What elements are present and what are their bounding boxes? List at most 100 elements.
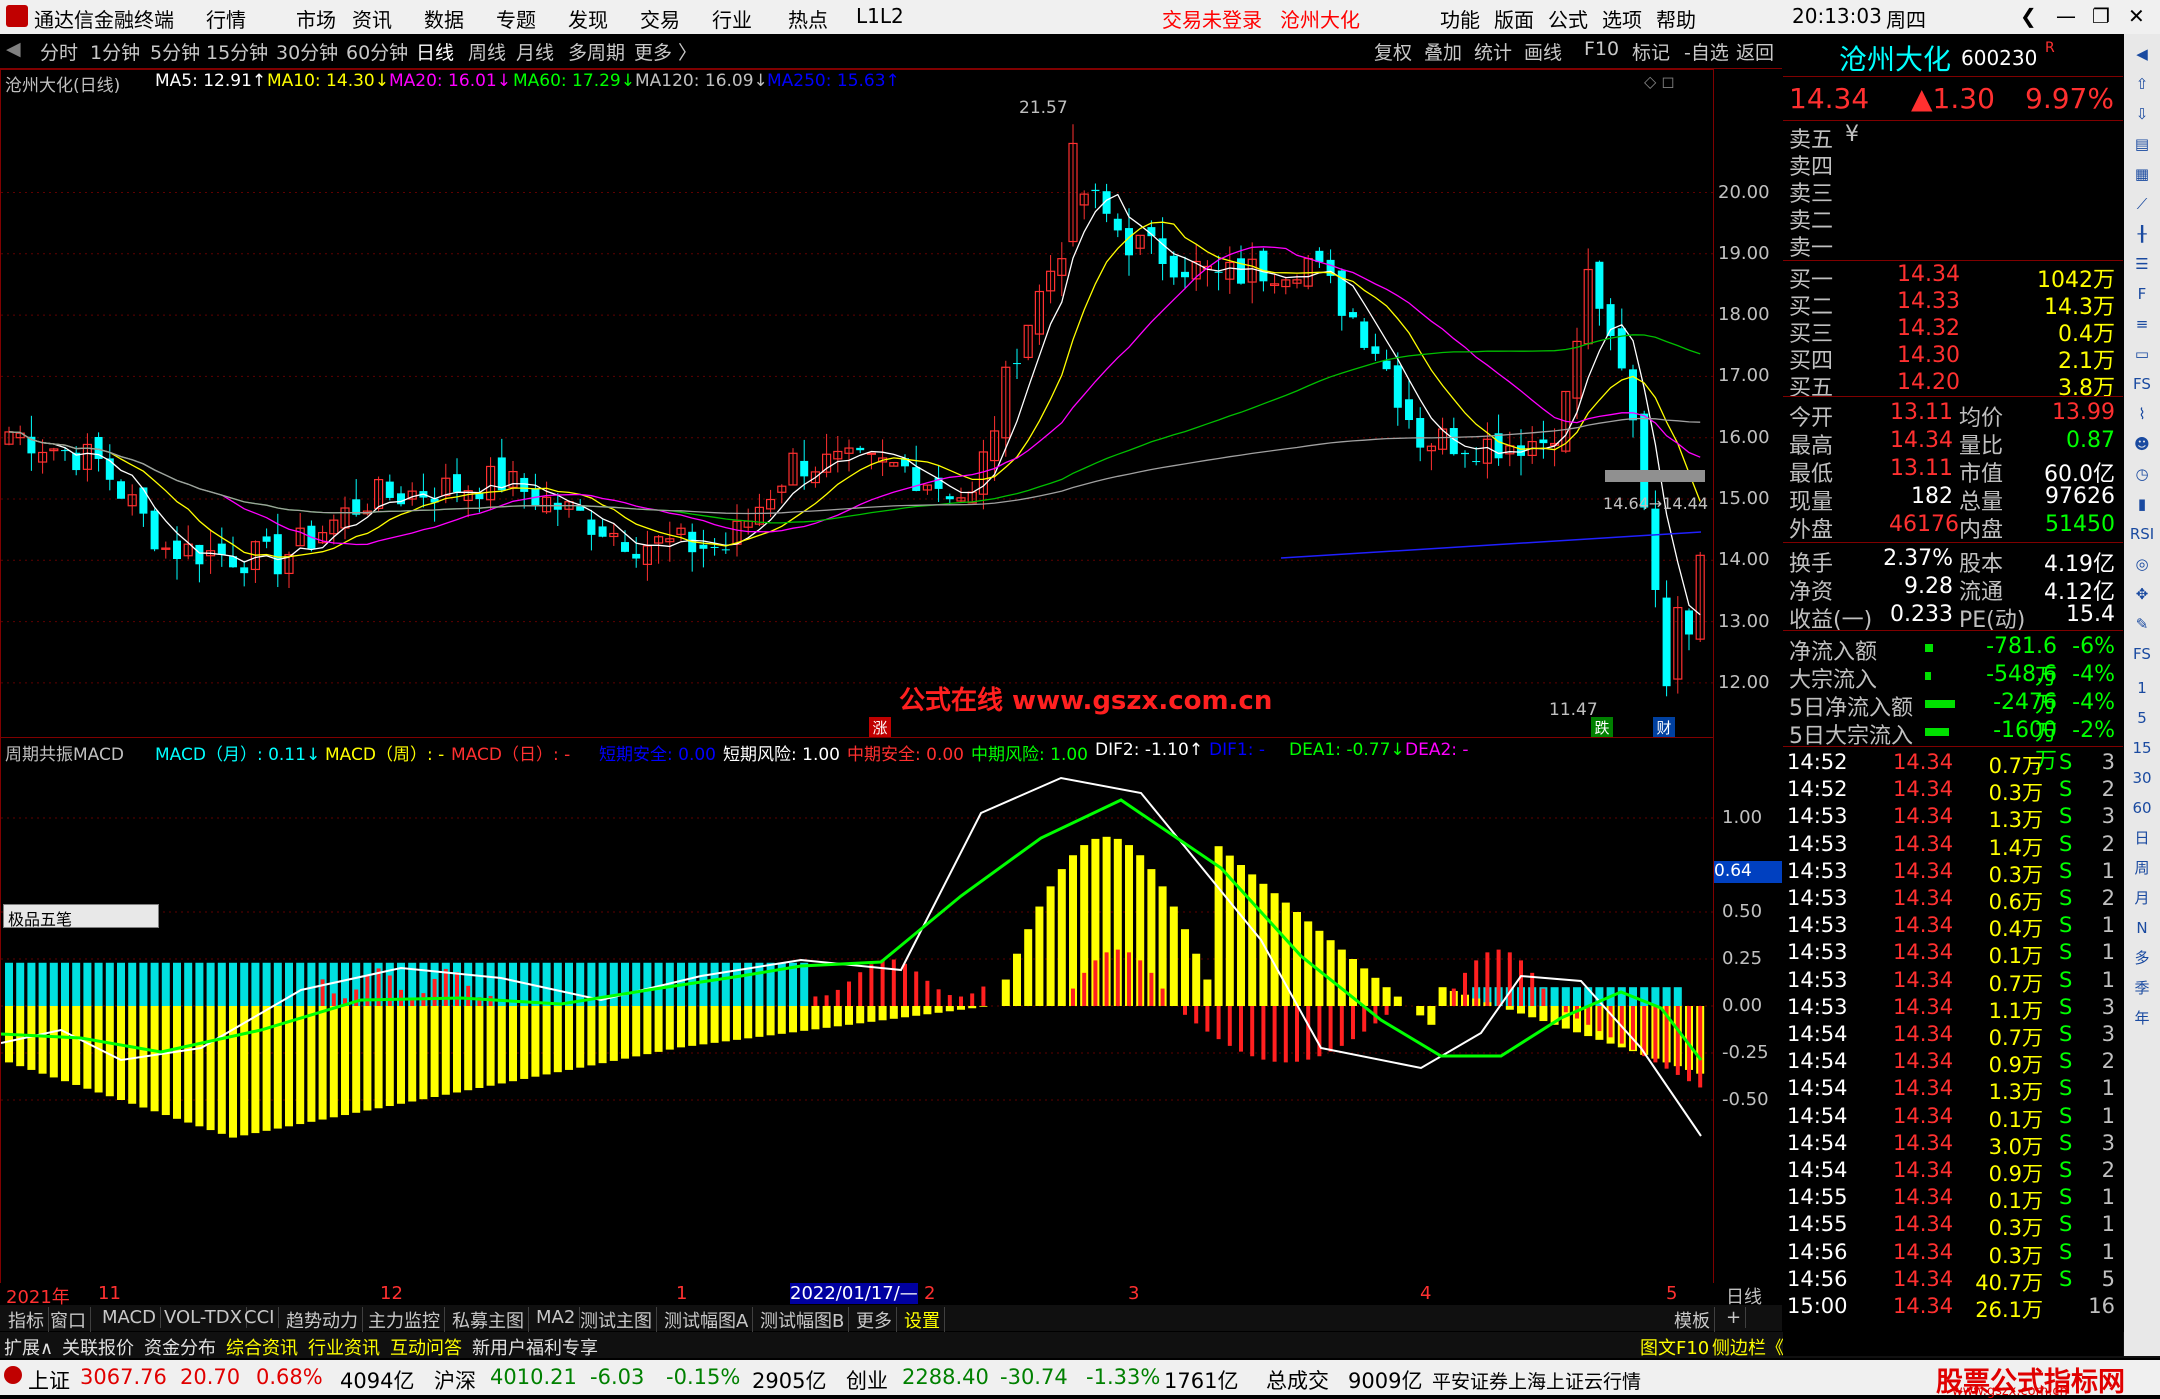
table-icon[interactable]: ☰ (2128, 250, 2156, 278)
ime-toolbar[interactable]: 极品五笔 (3, 904, 159, 929)
kline-icon[interactable]: ⌇ (2128, 400, 2156, 428)
macd-pane[interactable]: 周期共振MACD MACD（月）: 0.11↓ MACD（周）: - MACD（日）:… (0, 737, 1714, 1284)
menu-4[interactable]: 专题 (496, 4, 536, 33)
collapse-icon[interactable]: ◀ (2128, 40, 2156, 68)
period-6[interactable]: 日线 (416, 38, 454, 65)
chart-icon[interactable]: ⟋ (2128, 190, 2156, 218)
restore-icon[interactable]: ❐ (2092, 4, 2110, 28)
menu-6[interactable]: 交易 (640, 4, 680, 33)
close-icon[interactable]: ✕ (2128, 4, 2145, 28)
menu-0[interactable]: 行情 (206, 4, 246, 33)
hs-label[interactable]: 沪深 (434, 1365, 476, 1395)
pane-controls[interactable]: ◇ ◻ (1644, 72, 1675, 91)
period-7[interactable]: 周线 (468, 38, 506, 65)
indicator-tab-10[interactable]: 测试幅图A (660, 1307, 754, 1333)
toolbar-right-4[interactable]: F10 (1584, 38, 1619, 60)
indicator-tab-2[interactable]: MACD (98, 1307, 161, 1328)
bottom-tab-right-0[interactable]: 图文F10 (1640, 1334, 1709, 1360)
menu-1[interactable]: 市场 (296, 4, 336, 33)
bottom-tab-right-1[interactable]: 侧边栏《 (1712, 1334, 1784, 1360)
tick-list[interactable]: 14:52 14.34 0.7万 S 3 14:52 14.34 0.3万 S 2 14:53 14.… (1783, 746, 2123, 1336)
indicator-tab-13[interactable]: 设置 (900, 1307, 945, 1333)
sidebar-period-6[interactable]: 周 (2128, 854, 2156, 882)
indicator-tab-4[interactable]: CCI (240, 1307, 280, 1328)
sidebar-period-1[interactable]: 5 (2128, 704, 2156, 732)
people-icon[interactable]: ☻ (2128, 430, 2156, 458)
right-menu-0[interactable]: 功能 (1440, 4, 1480, 33)
period-1[interactable]: 1分钟 (90, 38, 140, 65)
period-0[interactable]: 分时 (40, 38, 78, 65)
right-menu-3[interactable]: 选项 (1602, 4, 1642, 33)
toolbar-right-0[interactable]: 复权 (1374, 38, 1412, 65)
bottom-tab-0[interactable]: 扩展∧ (4, 1334, 53, 1360)
add-tab-button[interactable]: + (1722, 1307, 1747, 1328)
indicator-tab-7[interactable]: 私募主图 (448, 1307, 529, 1333)
clock-icon[interactable]: ◷ (2128, 460, 2156, 488)
cross-icon[interactable]: ✥ (2128, 580, 2156, 608)
indicator-tab-8[interactable]: MA2 (532, 1307, 581, 1328)
cy-label[interactable]: 创业 (846, 1365, 888, 1395)
rsi-icon[interactable]: RSI (2128, 520, 2156, 548)
sidebar-period-9[interactable]: 多 (2128, 944, 2156, 972)
expand-icon[interactable]: ◀ (6, 38, 21, 60)
sidebar-period-7[interactable]: 月 (2128, 884, 2156, 912)
up-arrow-icon[interactable]: ⇧ (2128, 70, 2156, 98)
bottom-tab-3[interactable]: 综合资讯 (226, 1334, 298, 1360)
news-icon[interactable]: ▤ (2128, 130, 2156, 158)
bottom-tab-5[interactable]: 互动问答 (390, 1334, 462, 1360)
broker-name[interactable]: 平安证券上海上证云行情 (1432, 1367, 1641, 1394)
right-menu-1[interactable]: 版面 (1494, 4, 1534, 33)
grid-icon[interactable]: ▦ (2128, 160, 2156, 188)
menu-7[interactable]: 行业 (712, 4, 752, 33)
period-10[interactable]: 更多 〉 (634, 38, 697, 65)
f10-icon[interactable]: F (2128, 280, 2156, 308)
period-8[interactable]: 月线 (516, 38, 554, 65)
indicator-tab-6[interactable]: 主力监控 (364, 1307, 445, 1333)
indicator-tab-1[interactable]: 窗口 (46, 1307, 91, 1333)
menu-2[interactable]: 资讯 (352, 4, 392, 33)
fs-icon[interactable]: FS (2128, 370, 2156, 398)
period-3[interactable]: 15分钟 (206, 38, 268, 65)
doc-icon[interactable]: ▭ (2128, 340, 2156, 368)
period-2[interactable]: 5分钟 (150, 38, 200, 65)
list-icon[interactable]: ≡ (2128, 310, 2156, 338)
template-button[interactable]: 模板 (1670, 1307, 1715, 1333)
kline-svg[interactable] (1, 70, 1713, 737)
toolbar-right-3[interactable]: 画线 (1524, 38, 1562, 65)
menu-5[interactable]: 发现 (568, 4, 608, 33)
bottom-tab-6[interactable]: 新用户福利专享 (472, 1334, 598, 1360)
indicator-tab-12[interactable]: 更多 (852, 1307, 897, 1333)
kline-pane[interactable]: 沧州大化(日线) MA5: 12.91↑ MA10: 14.30↓ MA20: 16.… (0, 69, 1714, 738)
fs2-icon[interactable]: FS (2128, 640, 2156, 668)
sh-label[interactable]: 上证 (28, 1365, 70, 1395)
toolbar-right-2[interactable]: 统计 (1474, 38, 1512, 65)
indicator-tab-11[interactable]: 测试幅图B (756, 1307, 850, 1333)
toolbar-right-7[interactable]: 返回 (1736, 38, 1774, 65)
candle-icon[interactable]: ╂ (2128, 220, 2156, 248)
sidebar-period-0[interactable]: 1 (2128, 674, 2156, 702)
marker-fin[interactable]: 财 (1653, 717, 1675, 737)
sidebar-period-11[interactable]: 年 (2128, 1004, 2156, 1032)
pen-icon[interactable]: ✎ (2128, 610, 2156, 638)
sidebar-period-4[interactable]: 60 (2128, 794, 2156, 822)
indicator-tab-0[interactable]: 指标 (4, 1307, 49, 1333)
indicator-tab-3[interactable]: VOL-TDX (160, 1307, 247, 1328)
right-menu-4[interactable]: 帮助 (1656, 4, 1696, 33)
sidebar-period-5[interactable]: 日 (2128, 824, 2156, 852)
back-icon[interactable]: ❮ (2020, 4, 2037, 28)
menu-8[interactable]: 热点 (788, 4, 828, 33)
period-9[interactable]: 多周期 (568, 38, 625, 65)
down-arrow-icon[interactable]: ⇩ (2128, 100, 2156, 128)
period-4[interactable]: 30分钟 (276, 38, 338, 65)
right-menu-2[interactable]: 公式 (1548, 4, 1588, 33)
sidebar-period-8[interactable]: N (2128, 914, 2156, 942)
vol-icon[interactable]: ▮ (2128, 490, 2156, 518)
bottom-tab-4[interactable]: 行业资讯 (308, 1334, 380, 1360)
toolbar-right-1[interactable]: 叠加 (1424, 38, 1462, 65)
period-5[interactable]: 60分钟 (346, 38, 408, 65)
bottom-tab-2[interactable]: 资金分布 (144, 1334, 216, 1360)
indicator-tab-5[interactable]: 趋势动力 (282, 1307, 363, 1333)
sidebar-period-10[interactable]: 季 (2128, 974, 2156, 1002)
indicator-tab-9[interactable]: 测试主图 (576, 1307, 657, 1333)
sidebar-period-3[interactable]: 30 (2128, 764, 2156, 792)
